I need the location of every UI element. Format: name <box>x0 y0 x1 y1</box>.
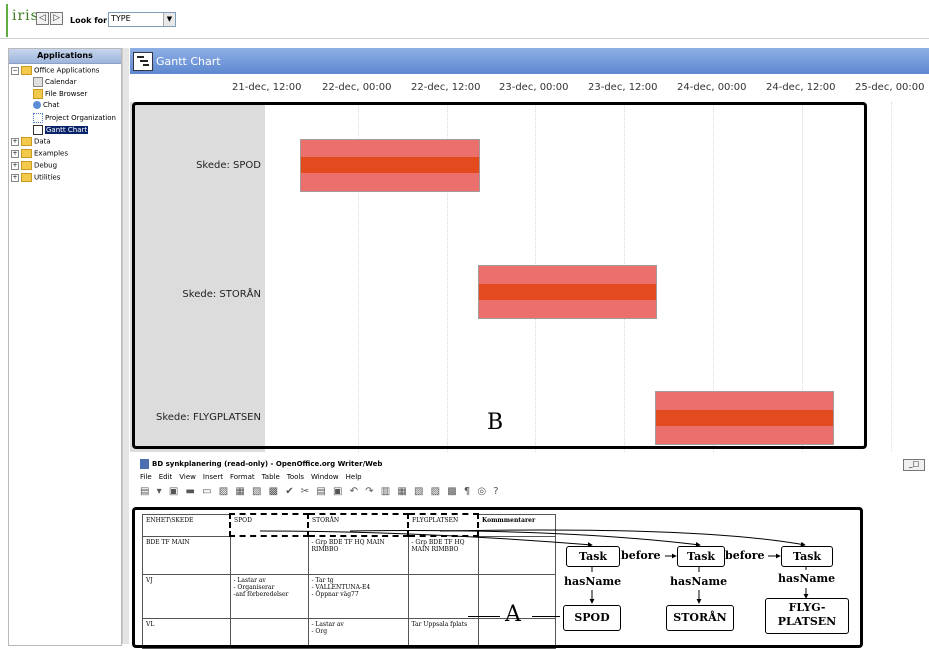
annotation-line <box>468 616 500 617</box>
annotation-box-a <box>132 507 863 648</box>
annotation-label-a: A <box>505 602 521 627</box>
annotation-line <box>532 616 560 617</box>
